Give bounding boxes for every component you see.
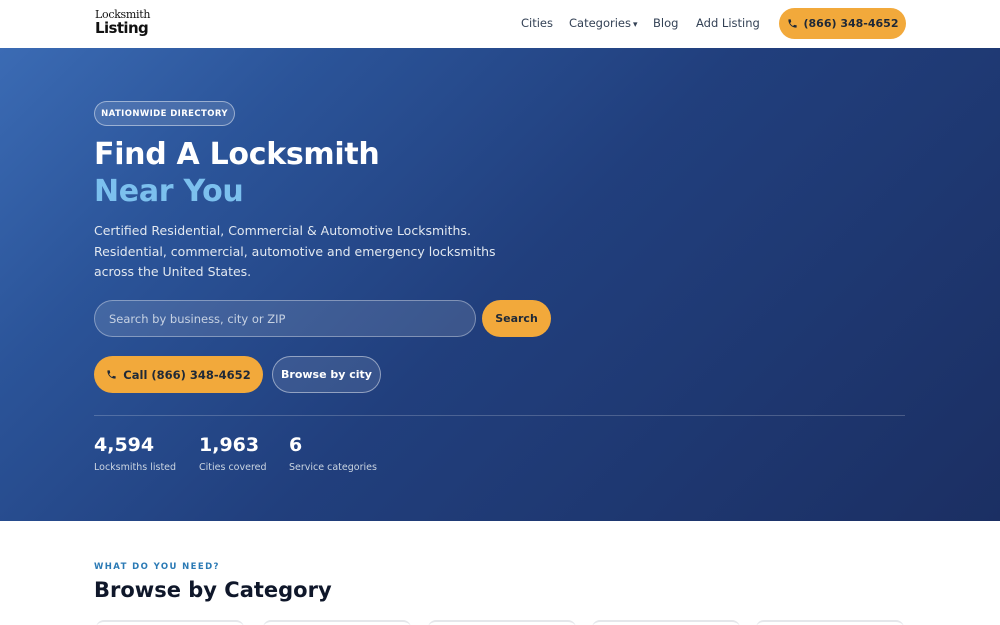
search-input[interactable] [94, 300, 476, 337]
nav-categories-label: Categories [569, 16, 631, 30]
section-title: Browse by Category [94, 578, 332, 602]
site-header: Locksmith Listing Cities Categories ▾ Blo… [0, 0, 1000, 48]
phone-icon [787, 19, 797, 28]
call-button[interactable]: Call (866) 348-4652 [94, 356, 263, 393]
logo-line-2: Listing [95, 19, 149, 37]
hero-divider [94, 415, 905, 416]
category-card[interactable] [263, 620, 411, 625]
nav-cities[interactable]: Cities [521, 16, 553, 30]
hero-title-line-1: Find A Locksmith [94, 137, 380, 172]
category-card[interactable] [756, 620, 904, 625]
search-button[interactable]: Search [482, 300, 551, 337]
stat-label: Service categories [289, 462, 377, 473]
category-card[interactable] [592, 620, 740, 625]
hero-section: NATIONWIDE DIRECTORY Find A Locksmith Ne… [0, 48, 1000, 521]
nav-blog[interactable]: Blog [653, 16, 678, 30]
section-eyebrow: WHAT DO YOU NEED? [94, 562, 220, 572]
stat-label: Locksmiths listed [94, 462, 177, 473]
phone-icon [107, 370, 116, 379]
category-card[interactable] [96, 620, 244, 625]
stat-value: 1,963 [199, 434, 260, 456]
browse-by-city-button[interactable]: Browse by city [272, 356, 381, 393]
call-button-label: Call (866) 348-4652 [123, 367, 251, 382]
nav-add-listing[interactable]: Add Listing [696, 16, 760, 30]
chevron-down-icon: ▾ [633, 20, 638, 30]
hero-description: Certified Residential, Commercial & Auto… [94, 223, 496, 279]
stat-label: Cities covered [199, 462, 267, 473]
hero-badge: NATIONWIDE DIRECTORY [94, 101, 235, 126]
stat-categories: 6 Service categories [289, 434, 377, 473]
site-logo[interactable]: Locksmith Listing [95, 9, 153, 39]
header-phone-button[interactable]: (866) 348-4652 [779, 8, 906, 39]
stat-value: 4,594 [94, 434, 155, 456]
stat-value: 6 [289, 434, 303, 456]
header-phone-label: (866) 348-4652 [803, 17, 899, 30]
stat-locksmiths: 4,594 Locksmiths listed [94, 434, 176, 473]
stat-cities: 1,963 Cities covered [199, 434, 267, 473]
category-card[interactable] [428, 620, 576, 625]
hero-title-line-2: Near You [94, 174, 244, 209]
nav-categories[interactable]: Categories ▾ [569, 16, 638, 30]
